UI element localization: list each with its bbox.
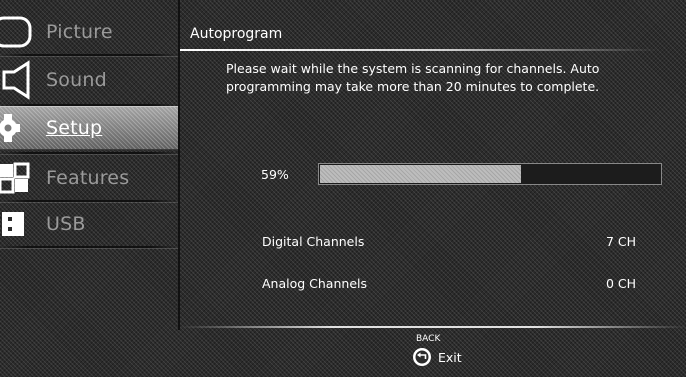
menu-item-usb[interactable]: USB <box>0 202 178 246</box>
panel-bottom-divider <box>180 326 686 328</box>
analog-channels-label: Analog Channels <box>262 276 367 291</box>
back-arrow-icon <box>413 348 431 366</box>
exit-button[interactable]: Exit <box>412 346 462 368</box>
exit-label: Exit <box>438 349 462 365</box>
progress-percent: 59% <box>261 167 289 182</box>
sound-icon <box>2 60 30 100</box>
menu-divider <box>0 246 178 248</box>
panel-title: Autoprogram <box>190 26 283 42</box>
digital-channels-label: Digital Channels <box>262 234 365 249</box>
menu-item-label: Picture <box>46 21 113 43</box>
menu-item-features[interactable]: Features <box>0 156 178 200</box>
picture-icon <box>0 16 32 48</box>
progress-bar <box>318 163 662 185</box>
menu-item-sound[interactable]: Sound <box>0 58 178 102</box>
menu-item-setup[interactable]: Setup <box>0 106 178 150</box>
menu-item-picture[interactable]: Picture <box>0 10 178 54</box>
progress-bar-fill <box>320 165 521 183</box>
usb-icon <box>2 212 24 236</box>
menu-item-label: Setup <box>46 117 103 139</box>
autoprogram-panel: Autoprogram Please wait while the system… <box>178 0 686 330</box>
scan-message: Please wait while the system is scanning… <box>226 61 600 94</box>
menu-item-label: Features <box>46 167 130 189</box>
menu-divider <box>0 152 178 154</box>
title-divider <box>180 49 660 51</box>
analog-channels-value: 0 CH <box>605 276 636 291</box>
menu-item-label: USB <box>46 213 86 235</box>
setup-icon <box>0 114 20 142</box>
digital-channels-value: 7 CH <box>605 234 636 249</box>
features-icon <box>0 162 30 194</box>
menu-divider <box>0 54 178 56</box>
back-key-label: BACK <box>416 334 441 344</box>
menu-item-label: Sound <box>46 69 107 91</box>
sidebar-menu: Picture Sound Setup Features USB <box>0 0 178 377</box>
footer-bar: BACK Exit <box>0 330 686 377</box>
